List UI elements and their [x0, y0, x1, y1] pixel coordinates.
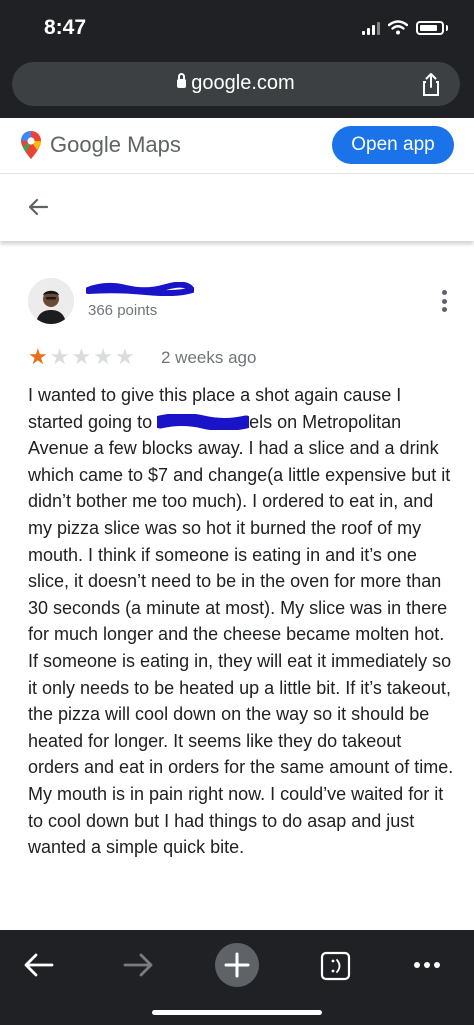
url-text: google.com [191, 72, 295, 94]
star-empty-icon: ★ [114, 344, 135, 369]
star-empty-icon: ★ [93, 344, 113, 369]
status-time: 8:47 [44, 16, 87, 39]
maps-pin-icon [21, 131, 41, 159]
review-time: 2 weeks ago [161, 348, 257, 367]
battery-icon [416, 20, 444, 35]
back-row [0, 175, 474, 241]
open-app-button[interactable]: Open app [332, 126, 454, 164]
star-empty-icon: ★ [71, 344, 92, 369]
review-text: I wanted to give this place a shot again… [28, 385, 454, 858]
back-icon[interactable] [16, 942, 62, 988]
wifi-icon [388, 20, 408, 35]
google-maps-logo[interactable]: Google Maps [20, 130, 181, 160]
back-arrow-icon[interactable] [26, 195, 50, 219]
brand-google: Google [50, 132, 121, 157]
cellular-signal-icon [362, 21, 380, 35]
more-menu-icon[interactable] [404, 942, 450, 988]
redacted-name [86, 282, 194, 296]
redacted-text [157, 413, 250, 430]
address-bar[interactable]: google.com [12, 62, 460, 106]
brand-maps: Maps [127, 132, 181, 157]
browser-bottom-toolbar [0, 930, 474, 1025]
share-icon[interactable] [418, 71, 444, 97]
maps-header: Google Maps Open app [0, 118, 474, 174]
status-icons [362, 20, 448, 35]
home-indicator [152, 1010, 322, 1015]
battery-tip [446, 24, 448, 31]
new-tab-icon[interactable] [214, 942, 260, 988]
avatar[interactable] [28, 278, 74, 324]
more-options-icon[interactable] [442, 290, 448, 312]
person-avatar-image [28, 278, 74, 324]
forward-icon[interactable] [115, 942, 161, 988]
lock-icon [177, 73, 187, 88]
reviewer-points: 366 points [88, 302, 158, 319]
tab-switcher-icon[interactable] [313, 942, 359, 988]
star-empty-icon: ★ [49, 344, 70, 369]
star-rating: ★ ★ ★ ★ ★ [28, 346, 135, 368]
star-filled-icon: ★ [28, 344, 48, 369]
browser-top-bar: 8:47 google.com [0, 0, 474, 118]
